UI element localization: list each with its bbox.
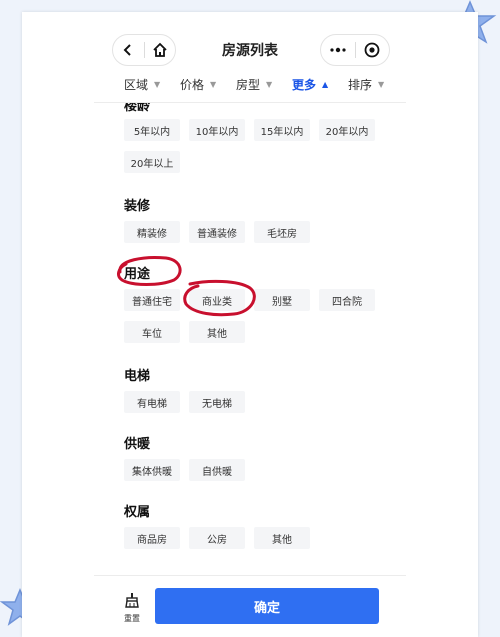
- option-chip[interactable]: 毛坯房: [254, 221, 310, 243]
- broom-icon: [125, 593, 139, 608]
- close-miniapp-button[interactable]: [356, 35, 390, 65]
- option-chip[interactable]: 其他: [189, 321, 245, 343]
- tab-layout[interactable]: 房型 ▼: [236, 76, 272, 93]
- option-chip[interactable]: 20年以内: [319, 119, 375, 141]
- caret-down-icon: ▼: [154, 80, 161, 89]
- tab-label: 更多: [292, 78, 317, 92]
- tab-label: 房型: [236, 78, 261, 92]
- option-chip[interactable]: 四合院: [319, 289, 375, 311]
- reset-label: 重置: [124, 614, 140, 623]
- caret-up-icon: ▲: [322, 80, 329, 89]
- option-chip[interactable]: 精装修: [124, 221, 180, 243]
- filter-sheet: 房源列表 区域 ▼ 价格 ▼ 房型 ▼ 更多 ▲ 排序 ▼ 楼龄 5年以内 10年以内 1…: [22, 12, 478, 637]
- option-chip[interactable]: 商业类: [189, 289, 245, 311]
- caret-down-icon: ▼: [210, 80, 217, 89]
- nav-right-capsule: [320, 34, 390, 66]
- option-chip[interactable]: 集体供暖: [124, 459, 180, 481]
- option-chip[interactable]: 20年以上: [124, 151, 180, 173]
- page-title: 房源列表: [222, 43, 278, 59]
- back-button[interactable]: [113, 35, 144, 65]
- nav-bar: 房源列表: [22, 34, 478, 66]
- tab-label: 价格: [180, 78, 205, 92]
- caret-down-icon: ▼: [378, 80, 385, 89]
- section-title-usage: 用途: [124, 267, 151, 282]
- bottom-divider: [94, 575, 406, 576]
- option-chip[interactable]: 其他: [254, 527, 310, 549]
- tab-area[interactable]: 区域 ▼: [124, 76, 160, 93]
- tab-label: 区域: [124, 78, 149, 92]
- section-title-decor: 装修: [124, 199, 151, 214]
- section-title-elevator: 电梯: [124, 369, 151, 384]
- filter-content[interactable]: 楼龄 5年以内 10年以内 15年以内 20年以内 20年以上 装修 精装修 普…: [22, 103, 478, 583]
- confirm-button[interactable]: 确定: [155, 588, 379, 624]
- option-chip[interactable]: 有电梯: [124, 391, 180, 413]
- option-chip[interactable]: 普通装修: [189, 221, 245, 243]
- option-chip[interactable]: 无电梯: [189, 391, 245, 413]
- option-chip[interactable]: 15年以内: [254, 119, 310, 141]
- section-title-ownership: 权属: [124, 505, 151, 520]
- option-chip[interactable]: 商品房: [124, 527, 180, 549]
- reset-button[interactable]: 重置: [114, 592, 150, 624]
- section-title-heating: 供暖: [124, 437, 151, 452]
- option-chip[interactable]: 车位: [124, 321, 180, 343]
- option-chip[interactable]: 5年以内: [124, 119, 180, 141]
- home-icon: [153, 42, 167, 57]
- option-chip[interactable]: 10年以内: [189, 119, 245, 141]
- more-button[interactable]: [321, 35, 355, 65]
- caret-down-icon: ▼: [266, 80, 273, 89]
- chevron-left-icon: [123, 44, 131, 56]
- tab-more[interactable]: 更多 ▲: [292, 76, 328, 93]
- more-dots-icon: [330, 47, 346, 53]
- filter-tabs: 区域 ▼ 价格 ▼ 房型 ▼ 更多 ▲ 排序 ▼: [22, 74, 478, 100]
- tab-label: 排序: [348, 78, 373, 92]
- tab-price[interactable]: 价格 ▼: [180, 76, 216, 93]
- target-icon: [364, 42, 380, 58]
- nav-left-capsule: [112, 34, 176, 66]
- tab-sort[interactable]: 排序 ▼: [348, 76, 384, 93]
- option-chip[interactable]: 普通住宅: [124, 289, 180, 311]
- section-title-age: 楼龄: [124, 103, 151, 114]
- option-chip[interactable]: 别墅: [254, 289, 310, 311]
- home-button[interactable]: [145, 35, 176, 65]
- option-chip[interactable]: 自供暖: [189, 459, 245, 481]
- option-chip[interactable]: 公房: [189, 527, 245, 549]
